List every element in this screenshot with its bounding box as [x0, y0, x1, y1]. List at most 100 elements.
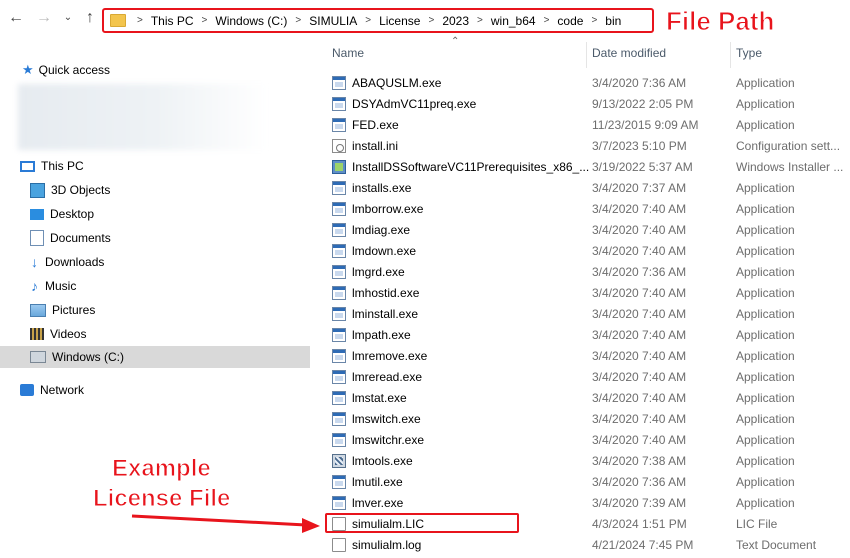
table-row[interactable]: DSYAdmVC11preq.exe 9/13/2022 2:05 PM Appli…	[326, 94, 850, 115]
table-row[interactable]: lmgrd.exe 3/4/2020 7:36 AM Application	[326, 262, 850, 283]
sidebar-item-pictures[interactable]: Pictures	[0, 299, 310, 321]
file-name: lminstall.exe	[352, 307, 419, 321]
crumb-win-b64[interactable]: win_b64	[488, 14, 539, 28]
chevron-down-icon[interactable]: ⌄	[58, 8, 78, 28]
table-row[interactable]: lmpath.exe 3/4/2020 7:40 AM Application	[326, 325, 850, 346]
crumb-2023[interactable]: 2023	[439, 14, 472, 28]
file-type: Application	[736, 244, 795, 258]
sidebar-item-network[interactable]: Network	[0, 379, 310, 401]
file-date: 3/4/2020 7:40 AM	[592, 202, 687, 216]
file-type: Application	[736, 76, 795, 90]
file-date: 3/4/2020 7:40 AM	[592, 244, 687, 258]
table-row[interactable]: installs.exe 3/4/2020 7:37 AM Application	[326, 178, 850, 199]
table-row[interactable]: lminstall.exe 3/4/2020 7:40 AM Application	[326, 304, 850, 325]
application-icon	[332, 349, 346, 363]
drive-icon	[30, 351, 46, 363]
table-row[interactable]: ABAQUSLM.exe 3/4/2020 7:36 AM Application	[326, 73, 850, 94]
sidebar-item-label: Network	[40, 383, 85, 397]
sidebar-item-3d-objects[interactable]: 3D Objects	[0, 179, 310, 201]
chevron-right-icon: >	[201, 15, 208, 26]
table-row[interactable]: simulialm.log 4/21/2024 7:45 PM Text Docum…	[326, 535, 850, 556]
file-name: ABAQUSLM.exe	[352, 76, 442, 90]
table-row[interactable]: lmtools.exe 3/4/2020 7:38 AM Application	[326, 451, 850, 472]
table-row[interactable]: lmswitchr.exe 3/4/2020 7:40 AM Application	[326, 430, 850, 451]
file-date: 3/4/2020 7:40 AM	[592, 412, 687, 426]
file-name: lmdiag.exe	[352, 223, 411, 237]
sidebar-item-label: Pictures	[52, 303, 96, 317]
file-type: Application	[736, 223, 795, 237]
application-icon	[332, 475, 346, 489]
table-row[interactable]: lmver.exe 3/4/2020 7:39 AM Application	[326, 493, 850, 514]
table-row[interactable]: lmswitch.exe 3/4/2020 7:40 AM Application	[326, 409, 850, 430]
table-row[interactable]: lmstat.exe 3/4/2020 7:40 AM Application	[326, 388, 850, 409]
file-name: simulialm.log	[352, 538, 422, 552]
table-row[interactable]: lmremove.exe 3/4/2020 7:40 AM Application	[326, 346, 850, 367]
file-type: Application	[736, 265, 795, 279]
up-arrow-icon[interactable]: ↑	[80, 8, 100, 28]
table-row[interactable]: install.ini 3/7/2023 5:10 PM Configuration…	[326, 136, 850, 157]
annotation-arrow	[131, 514, 320, 533]
file-type: Application	[736, 97, 795, 111]
file-type: Text Document	[736, 538, 817, 552]
table-row[interactable]: lmreread.exe 3/4/2020 7:40 AM Application	[326, 367, 850, 388]
chevron-right-icon: >	[137, 15, 143, 26]
sidebar-item-music[interactable]: ♪ Music	[0, 275, 310, 297]
column-header-date[interactable]: Date modified	[592, 46, 666, 60]
file-type: Application	[736, 433, 795, 447]
application-icon	[332, 202, 346, 216]
star-icon: ★	[22, 62, 34, 77]
file-name: DSYAdmVC11preq.exe	[352, 97, 477, 111]
file-type: Application	[736, 391, 795, 405]
application-icon	[332, 265, 346, 279]
file-name: lmgrd.exe	[352, 265, 405, 279]
file-name: FED.exe	[352, 118, 399, 132]
crumb-windows-c[interactable]: Windows (C:)	[212, 14, 290, 28]
file-type: Application	[736, 454, 795, 468]
sidebar-item-windows-c[interactable]: Windows (C:)	[0, 346, 310, 368]
sidebar-item-label: Documents	[50, 231, 111, 245]
table-row[interactable]: InstallDSSoftwareVC11Prerequisites_x86_.…	[326, 157, 850, 178]
file-path-annotation: File Path	[665, 6, 775, 37]
application-icon	[332, 118, 346, 132]
sidebar-item-label: Videos	[50, 327, 87, 341]
cube-icon	[30, 182, 45, 198]
column-header-name[interactable]: Name	[332, 46, 364, 60]
back-arrow-icon[interactable]: ←	[6, 8, 26, 28]
chevron-right-icon: >	[591, 15, 598, 26]
table-row[interactable]: lmborrow.exe 3/4/2020 7:40 AM Application	[326, 199, 850, 220]
file-date: 3/4/2020 7:40 AM	[592, 223, 687, 237]
file-date: 3/4/2020 7:40 AM	[592, 391, 687, 405]
column-header-type[interactable]: Type	[736, 46, 762, 60]
file-type: Application	[736, 349, 795, 363]
sidebar-item-desktop[interactable]: Desktop	[0, 203, 310, 225]
file-type: Application	[736, 286, 795, 300]
address-bar[interactable]: > This PC > Windows (C:) > SIMULIA > Lic…	[102, 8, 654, 33]
application-icon	[332, 223, 346, 237]
sidebar-item-videos[interactable]: Videos	[0, 323, 310, 345]
tools-icon	[332, 454, 346, 468]
download-arrow-icon: ↓	[31, 254, 38, 270]
blurred-region	[18, 84, 268, 150]
forward-arrow-icon[interactable]: →	[34, 8, 54, 28]
videos-icon	[30, 328, 44, 340]
crumb-bin[interactable]: bin	[602, 14, 624, 28]
table-row[interactable]: lmdiag.exe 3/4/2020 7:40 AM Application	[326, 220, 850, 241]
sidebar-item-documents[interactable]: Documents	[0, 227, 310, 249]
file-name: install.ini	[352, 139, 399, 153]
application-icon	[332, 307, 346, 321]
sidebar-item-quick-access[interactable]: ★ Quick access	[0, 59, 310, 81]
file-name: lmborrow.exe	[352, 202, 424, 216]
sidebar-item-downloads[interactable]: ↓ Downloads	[0, 251, 310, 273]
table-row[interactable]: FED.exe 11/23/2015 9:09 AM Application	[326, 115, 850, 136]
file-date: 3/4/2020 7:40 AM	[592, 328, 687, 342]
table-row[interactable]: lmdown.exe 3/4/2020 7:40 AM Application	[326, 241, 850, 262]
table-row[interactable]: lmutil.exe 3/4/2020 7:36 AM Application	[326, 472, 850, 493]
file-date: 3/4/2020 7:40 AM	[592, 349, 687, 363]
crumb-code[interactable]: code	[554, 14, 586, 28]
crumb-this-pc[interactable]: This PC	[148, 14, 197, 28]
crumb-license[interactable]: License	[376, 14, 423, 28]
sidebar-item-this-pc[interactable]: This PC	[0, 155, 310, 177]
table-row[interactable]: lmhostid.exe 3/4/2020 7:40 AM Application	[326, 283, 850, 304]
crumb-simulia[interactable]: SIMULIA	[306, 14, 360, 28]
application-icon	[332, 97, 346, 111]
